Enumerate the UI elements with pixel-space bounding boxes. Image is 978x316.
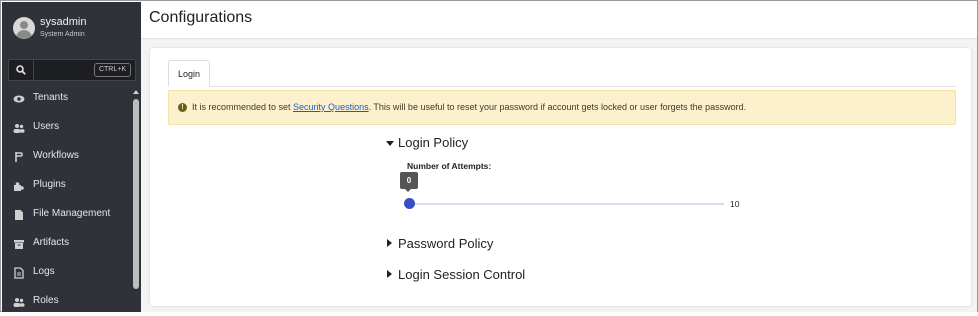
sidebar-item-label: Logs bbox=[33, 266, 55, 277]
sidebar-item-artifacts[interactable]: Artifacts bbox=[2, 229, 132, 258]
sidebar: sysadmin System Admin CTRL+K Tenants Use… bbox=[2, 2, 141, 312]
sidebar-nav: Tenants Users Workflows Plugins File Man… bbox=[2, 84, 132, 316]
avatar bbox=[13, 17, 35, 39]
app-window: sysadmin System Admin CTRL+K Tenants Use… bbox=[0, 0, 978, 312]
sidebar-item-tenants[interactable]: Tenants bbox=[2, 84, 132, 113]
alert-suffix: . This will be useful to reset your pass… bbox=[368, 102, 747, 112]
alert-message: It is recommended to set Security Questi… bbox=[192, 102, 746, 112]
user-profile[interactable]: sysadmin System Admin bbox=[2, 2, 141, 50]
archive-icon bbox=[13, 237, 25, 249]
page-header: Configurations bbox=[141, 2, 977, 39]
search-icon[interactable] bbox=[9, 60, 34, 80]
caret-right-icon bbox=[387, 270, 392, 278]
puzzle-icon bbox=[13, 179, 25, 191]
slider-value-tooltip: 0 bbox=[400, 172, 418, 192]
sidebar-item-label: Tenants bbox=[33, 92, 69, 103]
search-shortcut: CTRL+K bbox=[93, 63, 131, 77]
warning-alert: ! It is recommended to set Security Ques… bbox=[168, 90, 956, 125]
settings-card: Login ! It is recommended to set Securit… bbox=[150, 48, 971, 306]
security-questions-link[interactable]: Security Questions bbox=[293, 102, 369, 112]
slider-max-label: 10 bbox=[730, 199, 740, 209]
search-bar[interactable]: CTRL+K bbox=[8, 59, 136, 81]
alert-prefix: It is recommended to set bbox=[192, 102, 294, 112]
sidebar-item-label: Artifacts bbox=[33, 237, 70, 248]
attempts-slider[interactable]: 0 10 bbox=[400, 172, 744, 212]
main-content: Configurations Login ! It is recommended… bbox=[141, 2, 977, 312]
scroll-thumb[interactable] bbox=[133, 99, 139, 289]
sidebar-item-users[interactable]: Users bbox=[2, 113, 132, 142]
slider-value: 0 bbox=[406, 176, 412, 185]
file-icon bbox=[13, 208, 25, 220]
attempts-label: Number of Attempts: bbox=[407, 161, 492, 171]
user-name: sysadmin bbox=[40, 16, 87, 28]
users-icon bbox=[13, 295, 25, 307]
page-title: Configurations bbox=[149, 9, 253, 26]
sidebar-item-label: File Management bbox=[33, 208, 111, 219]
caret-right-icon bbox=[387, 239, 392, 247]
exclamation-circle-icon: ! bbox=[178, 103, 187, 112]
sidebar-item-plugins[interactable]: Plugins bbox=[2, 171, 132, 200]
sidebar-item-workflows[interactable]: Workflows bbox=[2, 142, 132, 171]
section-title-login-policy: Login Policy bbox=[398, 135, 469, 150]
sidebar-item-label: Users bbox=[33, 121, 60, 132]
user-role: System Admin bbox=[40, 31, 85, 38]
section-title-password-policy: Password Policy bbox=[398, 236, 494, 251]
document-icon bbox=[13, 266, 25, 279]
sidebar-scrollbar[interactable] bbox=[132, 90, 140, 312]
tab-login[interactable]: Login bbox=[168, 60, 211, 87]
eye-icon bbox=[13, 92, 25, 104]
slider-track[interactable] bbox=[410, 203, 724, 205]
scroll-up-icon[interactable] bbox=[133, 90, 139, 94]
sidebar-item-logs[interactable]: Logs bbox=[2, 258, 132, 287]
tab-bar: Login bbox=[168, 60, 956, 87]
caret-down-icon bbox=[386, 141, 394, 146]
users-icon bbox=[13, 121, 25, 133]
sidebar-item-label: Roles bbox=[33, 295, 59, 306]
sidebar-item-label: Workflows bbox=[33, 150, 79, 161]
workflow-icon bbox=[13, 150, 25, 162]
section-title-login-session-control: Login Session Control bbox=[398, 267, 526, 282]
slider-thumb[interactable] bbox=[404, 198, 415, 209]
sidebar-item-file-management[interactable]: File Management bbox=[2, 200, 132, 229]
sidebar-item-label: Plugins bbox=[33, 179, 66, 190]
